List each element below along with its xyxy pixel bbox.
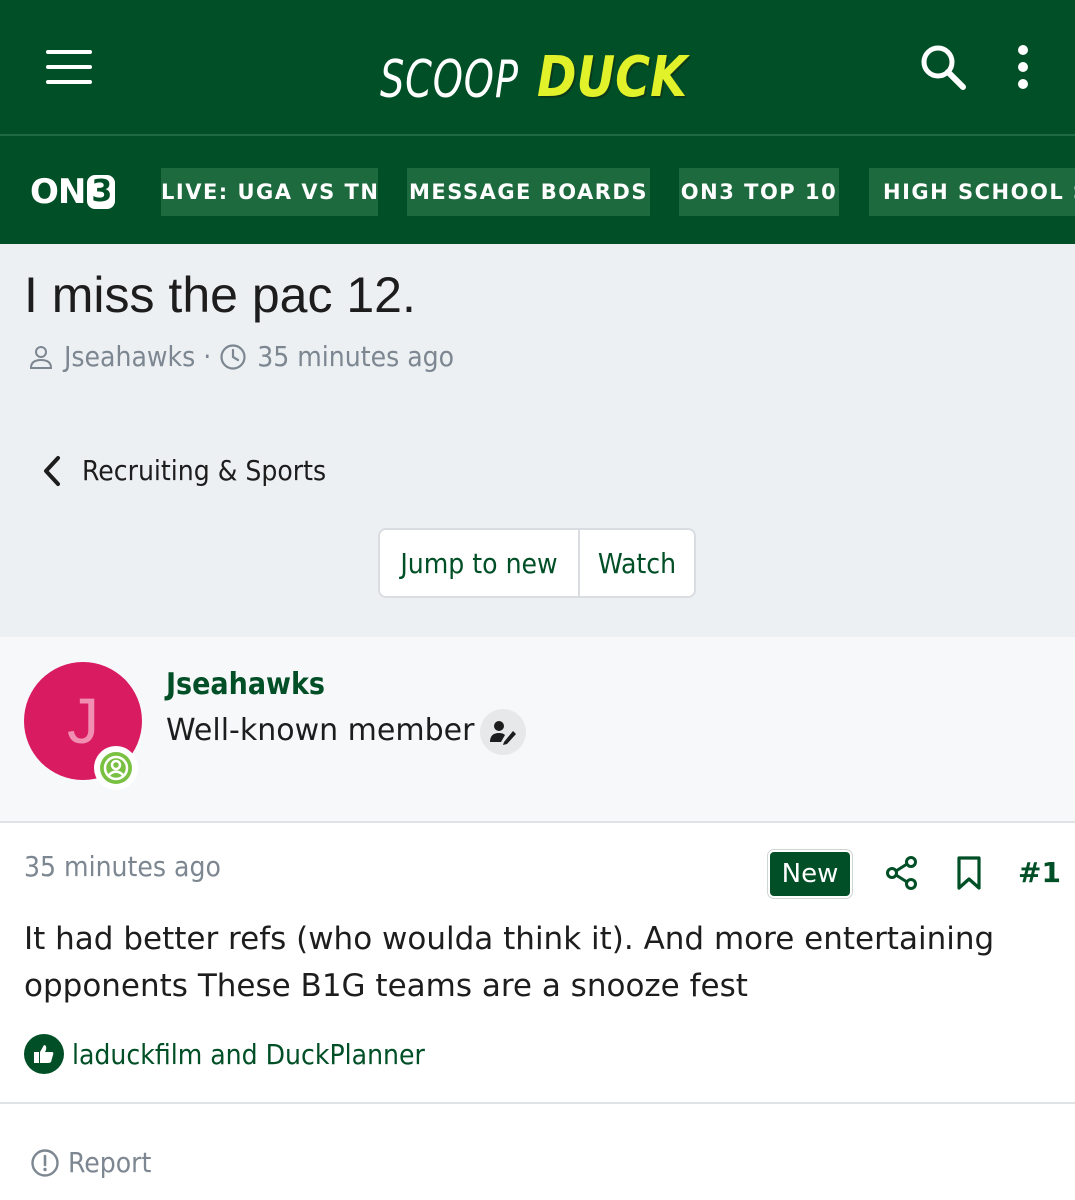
reaction-users: laduckfilm and DuckPlanner bbox=[72, 1037, 425, 1071]
nav-item-message-boards[interactable]: MESSAGE BOARDS bbox=[407, 168, 650, 216]
bookmark-icon[interactable] bbox=[954, 855, 984, 891]
post-divider bbox=[0, 1102, 1075, 1104]
on3-logo-text: ON bbox=[30, 172, 86, 212]
nav-item-high-school[interactable]: HIGH SCHOOL SCORES bbox=[869, 168, 1075, 216]
breadcrumb-back[interactable]: Recruiting & Sports bbox=[40, 454, 326, 487]
share-icon[interactable] bbox=[884, 855, 920, 891]
logo-duck: DUCK bbox=[537, 45, 688, 110]
on3-logo[interactable]: ON 3 bbox=[30, 172, 116, 212]
thread-time[interactable]: 35 minutes ago bbox=[257, 340, 454, 373]
thread-action-buttons: Jump to new Watch bbox=[378, 528, 696, 598]
logo-scoop: SCOOP bbox=[380, 50, 519, 110]
report-button[interactable]: Report bbox=[30, 1146, 151, 1179]
chevron-left-icon bbox=[44, 455, 60, 486]
reactions-bar[interactable]: laduckfilm and DuckPlanner bbox=[24, 1034, 425, 1074]
online-status-badge bbox=[94, 746, 138, 790]
thread-title: I miss the pac 12. bbox=[24, 267, 416, 323]
site-logo[interactable]: SCOOP DUCK bbox=[380, 30, 714, 110]
thumbs-up-icon bbox=[24, 1034, 64, 1074]
search-icon[interactable] bbox=[918, 42, 968, 92]
nav-item-live-game[interactable]: LIVE: UGA VS TN bbox=[161, 168, 378, 216]
nav-item-top-10[interactable]: ON3 TOP 10 bbox=[679, 168, 839, 216]
thread-meta: Jseahawks · 35 minutes ago bbox=[28, 340, 454, 373]
thread-header: I miss the pac 12. Jseahawks · 35 minute… bbox=[0, 244, 1075, 637]
post-author-name[interactable]: Jseahawks bbox=[166, 667, 325, 702]
hamburger-menu-icon[interactable] bbox=[46, 50, 92, 86]
user-title: Well-known member bbox=[166, 713, 475, 748]
watch-button[interactable]: Watch bbox=[580, 530, 694, 596]
post-number-link[interactable]: #1 bbox=[1018, 856, 1061, 889]
user-circle-icon bbox=[100, 752, 132, 784]
clock-icon bbox=[220, 343, 246, 370]
on3-logo-number: 3 bbox=[87, 175, 116, 209]
post-author-block: J Jseahawks Well-known member bbox=[0, 637, 1075, 823]
thread-author-link[interactable]: Jseahawks bbox=[64, 340, 195, 373]
user-edit-icon bbox=[480, 709, 526, 755]
top-bar: SCOOP DUCK bbox=[0, 0, 1075, 134]
vertical-ellipsis-icon[interactable] bbox=[1010, 44, 1036, 90]
alert-circle-icon bbox=[31, 1148, 59, 1177]
jump-to-new-button[interactable]: Jump to new bbox=[380, 530, 580, 596]
post-body: It had better refs (who woulda think it)… bbox=[24, 921, 995, 1004]
report-label: Report bbox=[68, 1146, 152, 1179]
nav-bar: ON 3 LIVE: UGA VS TN MESSAGE BOARDS ON3 T… bbox=[0, 134, 1075, 244]
post-timestamp[interactable]: 35 minutes ago bbox=[24, 850, 221, 883]
user-icon bbox=[29, 345, 53, 369]
new-badge: New bbox=[770, 852, 850, 896]
forum-name: Recruiting & Sports bbox=[82, 454, 327, 487]
meta-separator: · bbox=[203, 340, 212, 373]
